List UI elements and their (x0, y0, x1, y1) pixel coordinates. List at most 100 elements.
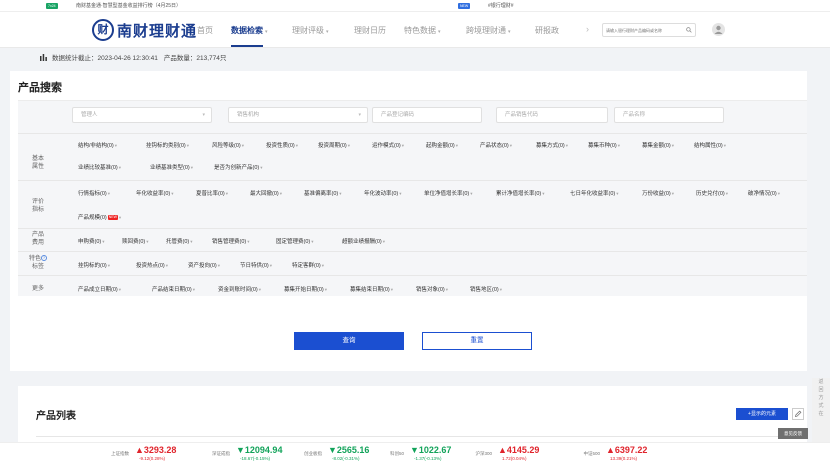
hot-topic-link[interactable]: #银行理财# (488, 2, 514, 10)
side-tool-item[interactable]: 在 (812, 410, 830, 418)
filter-more-1[interactable]: 产品结束日期(0)▾ (152, 285, 195, 293)
ticker-change: -1.37(-0.13%) (414, 456, 442, 461)
filter-basic-11[interactable]: 结构属性(0)▾ (694, 141, 726, 149)
filter-label: 资产投向(0) (188, 263, 217, 269)
filter-fee-4[interactable]: 固定管理费(0)▾ (276, 237, 314, 245)
filter-area: 管理人 ▾ 销售机构 ▾ 产品登记编码 产品销售代码 产品名称 基本 属性 结构/非… (18, 101, 807, 296)
filter-more-5[interactable]: 销售对象(0)▾ (416, 285, 448, 293)
nav-data-search[interactable]: 数据检索 ▾ (231, 25, 268, 36)
edit-icon[interactable] (792, 408, 804, 420)
user-avatar-icon[interactable] (712, 23, 725, 36)
filter-basic-5[interactable]: 运作模式(0)▾ (372, 141, 404, 149)
ticker-value: ▼1022.67 (410, 445, 452, 455)
filter-rating-1[interactable]: 年化收益率(0)▾ (136, 189, 174, 197)
news-link[interactable]: 南财基金通·智慧型基金收益排行榜（4月25日） (76, 2, 181, 10)
filter-basic2-2[interactable]: 是否为创新产品(0)▾ (214, 163, 263, 171)
filter-basic2-0[interactable]: 业绩比较基准(0)▾ (78, 163, 121, 171)
search-icon[interactable] (686, 27, 692, 33)
side-toolbar: 返 回 方 式 在 (812, 378, 830, 442)
filter-rating-10[interactable]: 历史兑付(0)▾ (696, 189, 728, 197)
filter-rating-4[interactable]: 基准偏离率(0)▾ (304, 189, 342, 197)
row-label-rating: 评价 指标 (31, 199, 44, 213)
filter-basic-0[interactable]: 结构/非结构(0)▾ (78, 141, 117, 149)
filter-rating-7[interactable]: 累计净值增长率(0)▾ (496, 189, 545, 197)
filter-feature-2[interactable]: 资产投向(0)▾ (188, 261, 220, 269)
filter-rating-3[interactable]: 最大回撤(0)▾ (250, 189, 282, 197)
sales-agency-select[interactable]: 销售机构 ▾ (228, 107, 368, 123)
filter-basic-3[interactable]: 投资性质(0)▾ (266, 141, 298, 149)
reset-button[interactable]: 重置 (422, 332, 532, 350)
sales-code-input[interactable]: 产品销售代码 (496, 107, 608, 123)
nav-rating[interactable]: 理财评级 ▾ (292, 25, 329, 36)
chevron-right-icon[interactable]: › (586, 24, 589, 34)
divider (18, 133, 807, 134)
filter-fee-0[interactable]: 申购费(0)▾ (78, 237, 105, 245)
product-search-input[interactable] (606, 25, 686, 35)
filter-label: 投资热点(0) (136, 263, 165, 269)
filter-basic-9[interactable]: 募集币种(0)▾ (588, 141, 620, 149)
nav-home[interactable]: 首页 (197, 25, 213, 36)
filter-basic-1[interactable]: 挂钩标的类别(0)▾ (146, 141, 189, 149)
nav-research[interactable]: 研报政 (535, 25, 559, 36)
registration-code-input[interactable]: 产品登记编码 (372, 107, 482, 123)
filter-rating-2[interactable]: 夏普比率(0)▾ (196, 189, 228, 197)
nav-cross-border[interactable]: 跨境理财通 ▾ (466, 25, 511, 36)
filter-more-0[interactable]: 产品成立日期(0)▾ (78, 285, 121, 293)
chevron-down-icon: ▾ (171, 191, 174, 196)
filter-feature-4[interactable]: 特定客群(0)▾ (292, 261, 324, 269)
nav-feature-data[interactable]: 特色数据 ▾ (404, 25, 441, 36)
filter-basic-7[interactable]: 产品状态(0)▾ (480, 141, 512, 149)
ticker-change: -9.12(0.28%) (139, 456, 166, 461)
chevron-down-icon: ▾ (118, 165, 121, 170)
side-tool-item[interactable]: 方 (812, 394, 830, 402)
filter-rating-8[interactable]: 七日年化收益率(0)▾ (570, 189, 619, 197)
filter-feature-3[interactable]: 节日特供(0)▾ (240, 261, 272, 269)
filter-label: 产品规模(0) (78, 215, 107, 221)
filter-basic2-1[interactable]: 业绩基准类型(0)▾ (150, 163, 193, 171)
query-button[interactable]: 查询 (294, 332, 404, 350)
nav-label: 特色数据 (404, 26, 436, 35)
nav-calendar[interactable]: 理财日历 (354, 25, 386, 36)
manager-select[interactable]: 管理人 ▾ (72, 107, 212, 123)
filter-fee-2[interactable]: 托管费(0)▾ (166, 237, 193, 245)
filter-rating-5[interactable]: 年化波动率(0)▾ (364, 189, 402, 197)
side-tool-item[interactable]: 回 (812, 386, 830, 394)
product-search-box[interactable] (602, 23, 696, 37)
filter-more-6[interactable]: 销售地区(0)▾ (470, 285, 502, 293)
ticker-change: -18.67(-0.15%) (240, 456, 271, 461)
chevron-down-icon: ▾ (217, 263, 220, 268)
filter-rating-11[interactable]: 破净情况(0)▾ (748, 189, 780, 197)
filter-more-2[interactable]: 资金到账时间(0)▾ (218, 285, 261, 293)
product-name-input[interactable]: 产品名称 (614, 107, 724, 123)
filter-feature-1[interactable]: 投资热点(0)▾ (136, 261, 168, 269)
side-tool-item[interactable]: 返 (812, 378, 830, 386)
filter-rating-6[interactable]: 单位净值增长率(0)▾ (424, 189, 473, 197)
filter-more-4[interactable]: 募集结束日期(0)▾ (350, 285, 393, 293)
filter-rating-0[interactable]: 行情指标(0)▾ (78, 189, 110, 197)
site-logo[interactable]: 财 南财理财通 (92, 19, 197, 41)
filter-product-scale[interactable]: 产品规模(0) NEW ▾ (78, 213, 121, 221)
filter-feature-0[interactable]: 挂钩标的(0)▾ (78, 261, 110, 269)
filter-fee-1[interactable]: 赎回费(0)▾ (122, 237, 149, 245)
filter-basic-4[interactable]: 投资周期(0)▾ (318, 141, 350, 149)
filter-rating-9[interactable]: 万份收益(0)▾ (642, 189, 674, 197)
filter-label: 结构属性(0) (694, 143, 723, 149)
nav-label: 数据检索 (231, 26, 263, 35)
feedback-button[interactable]: 意见反馈 (778, 428, 808, 439)
chevron-down-icon: ▾ (279, 191, 282, 196)
filter-basic-6[interactable]: 起购金额(0)▾ (426, 141, 458, 149)
ticker-value: ▲4145.29 (498, 445, 540, 455)
bar-chart-icon (40, 53, 47, 61)
filter-basic-2[interactable]: 风险等级(0)▾ (212, 141, 244, 149)
filter-basic-8[interactable]: 募集方式(0)▾ (536, 141, 568, 149)
chevron-down-icon: ▾ (321, 263, 324, 268)
side-tool-item[interactable]: 式 (812, 402, 830, 410)
show-elements-button[interactable]: +显示的元素 (736, 408, 788, 420)
chevron-down-icon: ▾ (508, 29, 511, 35)
filter-fee-3[interactable]: 销售管理费(0)▾ (212, 237, 250, 245)
help-icon[interactable]: ? (41, 255, 47, 261)
filter-fee-5[interactable]: 超额业绩报酬(0)▾ (342, 237, 385, 245)
filter-basic-10[interactable]: 募集金额(0)▾ (642, 141, 674, 149)
input-placeholder: 产品销售代码 (505, 112, 539, 118)
filter-more-3[interactable]: 募集开始日期(0)▾ (284, 285, 327, 293)
